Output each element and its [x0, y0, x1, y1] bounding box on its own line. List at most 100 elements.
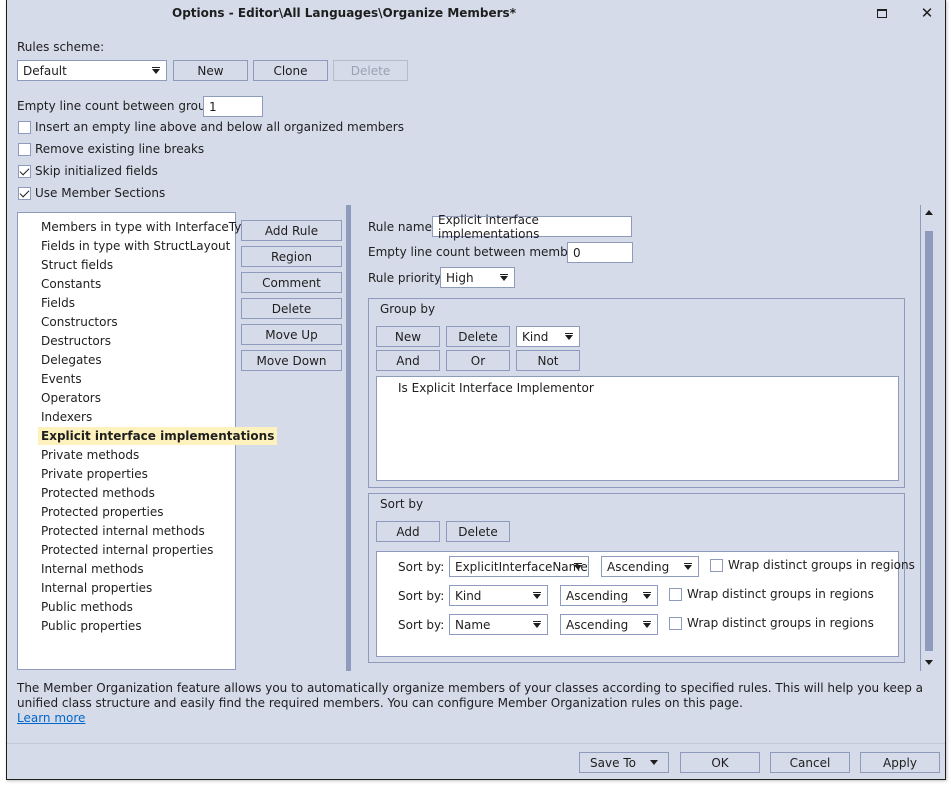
sort-field-dropdown[interactable]: Name [449, 614, 548, 635]
new-scheme-button[interactable]: New [173, 60, 248, 81]
group-not-button[interactable]: Not [516, 350, 580, 371]
remove-line-breaks-label: Remove existing line breaks [35, 142, 205, 156]
group-by-title: Group by [380, 302, 436, 316]
group-kind-dropdown[interactable]: Kind [516, 326, 580, 347]
rule-list-item[interactable]: Events [38, 370, 85, 388]
use-member-sections-checkbox[interactable] [18, 187, 31, 200]
chevron-down-icon [500, 274, 508, 281]
rule-list-item[interactable]: Protected internal methods [38, 522, 208, 540]
skip-initialized-fields-checkbox[interactable] [18, 165, 31, 178]
save-to-button[interactable]: Save To [579, 752, 669, 773]
delete-scheme-button[interactable]: Delete [333, 60, 408, 81]
move-down-button[interactable]: Move Down [241, 350, 342, 371]
chevron-down-icon [643, 621, 651, 628]
rule-list-item[interactable]: Constants [38, 275, 104, 293]
scroll-down-icon[interactable] [925, 660, 933, 665]
group-or-button[interactable]: Or [446, 350, 510, 371]
sort-row-label: Sort by: [398, 589, 445, 603]
maximize-button[interactable] [869, 2, 895, 24]
sort-order-value: Ascending [607, 559, 670, 574]
rule-list-item[interactable]: Internal methods [38, 560, 147, 578]
wrap-regions-checkbox[interactable] [669, 617, 682, 630]
rule-list-item[interactable]: Explicit interface implementations [38, 427, 278, 445]
chevron-down-icon [684, 563, 692, 570]
sort-order-value: Ascending [566, 617, 629, 632]
rule-list-item[interactable]: Protected internal properties [38, 541, 216, 559]
chevron-down-icon [533, 592, 541, 599]
group-delete-button[interactable]: Delete [446, 326, 510, 347]
rules-scheme-label: Rules scheme: [17, 40, 105, 54]
empty-line-groups-input[interactable]: 1 [203, 96, 263, 117]
move-up-button[interactable]: Move Up [241, 324, 342, 345]
cancel-button[interactable]: Cancel [770, 752, 850, 773]
empty-lines-members-input[interactable]: 0 [567, 242, 633, 263]
group-and-button[interactable]: And [376, 350, 440, 371]
rule-list-item[interactable]: Private properties [38, 465, 151, 483]
comment-button[interactable]: Comment [241, 272, 342, 293]
insert-empty-line-checkbox[interactable] [18, 121, 31, 134]
empty-lines-members-label: Empty line count between members: [368, 245, 591, 259]
rule-name-input[interactable]: Explicit interface implementations [432, 213, 632, 241]
rule-list-item[interactable]: Protected methods [38, 484, 158, 502]
rule-list-item[interactable]: Indexers [38, 408, 95, 426]
sort-by-title: Sort by [380, 497, 424, 511]
save-to-label: Save To [590, 755, 636, 770]
description-text: The Member Organization feature allows y… [17, 681, 924, 710]
learn-more-link[interactable]: Learn more [17, 711, 85, 725]
rule-list-item[interactable]: Private methods [38, 446, 142, 464]
wrap-regions-label: Wrap distinct groups in regions [728, 558, 915, 572]
options-dialog: Options - Editor\All Languages\Organize … [6, 0, 946, 780]
sort-rows-panel: Sort by: ExplicitInterfaceName Ascending… [376, 551, 915, 657]
chevron-down-icon [152, 67, 160, 74]
scroll-thumb[interactable] [925, 231, 933, 651]
wrap-regions-checkbox[interactable] [710, 559, 723, 572]
sort-delete-button[interactable]: Delete [446, 521, 510, 542]
rule-list-item[interactable]: Public methods [38, 598, 136, 616]
region-button[interactable]: Region [241, 246, 342, 267]
wrap-regions-label: Wrap distinct groups in regions [687, 587, 874, 601]
feature-description: The Member Organization feature allows y… [17, 681, 937, 726]
rule-list-item[interactable]: Fields [38, 294, 78, 312]
chevron-down-icon [533, 621, 541, 628]
group-conditions-tree[interactable]: Is Explicit Interface Implementor [376, 376, 899, 481]
remove-line-breaks-checkbox[interactable] [18, 143, 31, 156]
sort-order-dropdown[interactable]: Ascending [560, 585, 658, 606]
clone-scheme-button[interactable]: Clone [253, 60, 328, 81]
sort-add-button[interactable]: Add [376, 521, 440, 542]
delete-rule-button[interactable]: Delete [241, 298, 342, 319]
rule-list-item[interactable]: Protected properties [38, 503, 166, 521]
scroll-up-icon[interactable] [925, 210, 933, 215]
rule-list-item[interactable]: Struct fields [38, 256, 116, 274]
wrap-regions-label: Wrap distinct groups in regions [687, 616, 874, 630]
group-condition-item[interactable]: Is Explicit Interface Implementor [398, 381, 594, 395]
rule-list-item[interactable]: Public properties [38, 617, 145, 635]
use-member-sections-label: Use Member Sections [35, 186, 166, 200]
rules-list[interactable]: Members in type with InterfaceType Fields… [17, 212, 278, 670]
ok-button[interactable]: OK [680, 752, 760, 773]
sort-order-value: Ascending [566, 588, 629, 603]
group-new-button[interactable]: New [376, 326, 440, 347]
rule-list-item[interactable]: Members in type with InterfaceType [38, 218, 259, 236]
sort-order-dropdown[interactable]: Ascending [601, 556, 699, 577]
rule-list-item[interactable]: Operators [38, 389, 104, 407]
rule-list-item[interactable]: Delegates [38, 351, 105, 369]
sort-field-dropdown[interactable]: ExplicitInterfaceName [449, 556, 589, 577]
sort-order-dropdown[interactable]: Ascending [560, 614, 658, 635]
panel-splitter[interactable] [346, 205, 351, 671]
window-title: Options - Editor\All Languages\Organize … [172, 6, 516, 20]
close-button[interactable]: ✕ [914, 2, 940, 24]
vertical-scrollbar[interactable] [920, 205, 936, 671]
rule-list-item[interactable]: Fields in type with StructLayout [38, 237, 233, 255]
apply-button[interactable]: Apply [860, 752, 940, 773]
sort-row-label: Sort by: [398, 618, 445, 632]
rules-scheme-dropdown[interactable]: Default [17, 60, 167, 81]
sort-field-value: ExplicitInterfaceName [455, 559, 588, 574]
rule-list-item[interactable]: Constructors [38, 313, 121, 331]
rule-priority-label: Rule priority: [368, 271, 445, 285]
sort-field-dropdown[interactable]: Kind [449, 585, 548, 606]
rule-list-item[interactable]: Internal properties [38, 579, 155, 597]
wrap-regions-checkbox[interactable] [669, 588, 682, 601]
add-rule-button[interactable]: Add Rule [241, 220, 342, 241]
rule-priority-dropdown[interactable]: High [440, 267, 515, 288]
rule-list-item[interactable]: Destructors [38, 332, 114, 350]
